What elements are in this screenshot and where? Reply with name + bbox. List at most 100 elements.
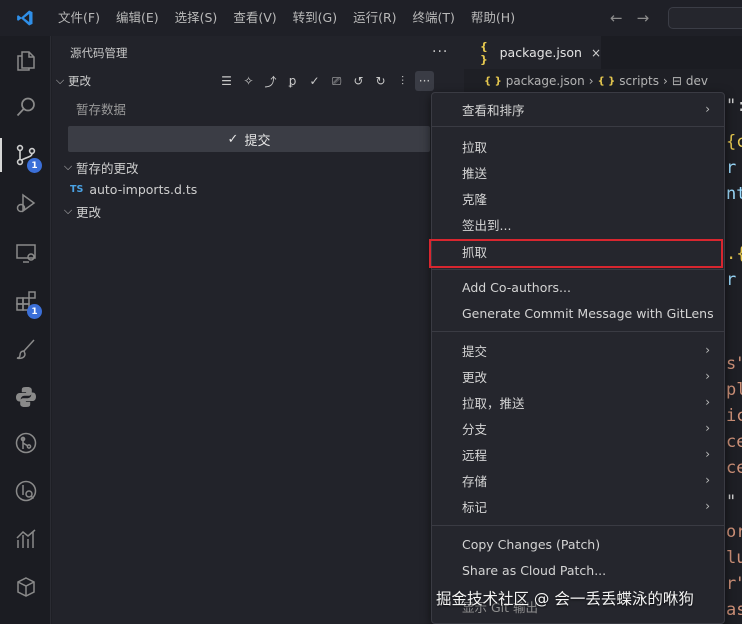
menu-item-remote[interactable]: 远程 ›	[432, 441, 724, 467]
editor-tab-bar: { } package.json ×	[464, 36, 742, 69]
menu-item-label: Copy Changes (Patch)	[462, 536, 601, 552]
changes-group[interactable]: ⌵ 更改	[52, 200, 464, 222]
activity-source-control[interactable]: 1	[0, 132, 51, 178]
commit-button[interactable]: ✓ 提交	[68, 126, 430, 152]
menu-item-tags[interactable]: 标记 ›	[432, 493, 724, 519]
menu-item-label: 提交	[462, 343, 488, 359]
activity-remote-explorer[interactable]	[0, 230, 51, 276]
chevron-right-icon: ›	[705, 369, 710, 383]
menu-help[interactable]: 帮助(H)	[463, 0, 523, 36]
activity-brush[interactable]	[0, 326, 51, 372]
code-fragment: or	[726, 522, 742, 542]
menu-separator	[432, 525, 724, 526]
code-fragment: r	[726, 270, 737, 290]
menu-item-pull-push[interactable]: 拉取，推送 ›	[432, 389, 724, 415]
code-fragment: pl	[726, 380, 742, 400]
menu-item-label: 签出到...	[462, 217, 512, 233]
activity-package[interactable]	[0, 564, 51, 610]
menu-item-share-cloud-patch[interactable]: Share as Cloud Patch...	[432, 557, 724, 583]
activity-search[interactable]	[0, 84, 51, 130]
menu-file[interactable]: 文件(F)	[50, 0, 108, 36]
menu-item-generate-commit-message[interactable]: Generate Commit Message with GitLens	[432, 300, 724, 326]
view-as-list-icon[interactable]: ☰	[217, 71, 236, 91]
activity-run-debug[interactable]	[0, 180, 51, 226]
menu-item-checkout[interactable]: 签出到...	[432, 211, 724, 237]
code-fragment: lu	[726, 548, 742, 568]
menu-item-clone[interactable]: 克隆	[432, 185, 724, 211]
menu-item-copy-changes-patch[interactable]: Copy Changes (Patch)	[432, 531, 724, 557]
command-center-search[interactable]	[668, 7, 742, 29]
code-fragment: ic	[726, 406, 742, 426]
menu-item-branch[interactable]: 分支 ›	[432, 415, 724, 441]
changes-section-label: 更改	[68, 74, 91, 88]
activity-python[interactable]	[0, 374, 51, 420]
breadcrumb-item-scripts[interactable]: scripts	[619, 74, 659, 88]
breadcrumb: { } package.json › { } scripts › ⊟ dev	[464, 69, 742, 93]
breadcrumb-item-dev[interactable]: dev	[686, 74, 708, 88]
code-fragment: r	[726, 158, 737, 178]
commit-message-input[interactable]: 暂存数据	[68, 97, 430, 122]
activity-gitlens-inspect[interactable]	[0, 468, 51, 514]
code-fragment: {c	[726, 132, 742, 152]
menu-view[interactable]: 查看(V)	[225, 0, 284, 36]
menu-run[interactable]: 运行(R)	[345, 0, 404, 36]
changes-section-header[interactable]: ⌵ 更改 ☰ ✧ ⤴ ꝑ ✓ ⎚ ↺ ↻ ⫶ ···	[52, 69, 464, 93]
staged-file-row[interactable]: TS auto-imports.d.ts	[52, 178, 464, 200]
activity-explorer[interactable]	[0, 38, 51, 84]
code-fragment: s"	[726, 354, 742, 374]
string-icon: ⊟	[671, 74, 682, 88]
tab-package-json[interactable]: { } package.json ×	[464, 36, 601, 69]
more-actions-icon[interactable]: ···	[415, 71, 434, 91]
menu-terminal[interactable]: 终端(T)	[405, 0, 463, 36]
menu-item-stash[interactable]: 存储 ›	[432, 467, 724, 493]
source-control-badge: 1	[27, 158, 42, 173]
menu-item-push[interactable]: 推送	[432, 159, 724, 185]
comment-icon[interactable]: ⎚	[327, 71, 346, 91]
breadcrumb-item-file[interactable]: package.json	[506, 74, 585, 88]
activity-gitlens[interactable]	[0, 420, 51, 466]
code-fragment: as	[726, 600, 742, 620]
history-icon[interactable]: ↺	[349, 71, 368, 91]
object-icon: { }	[597, 75, 616, 87]
package-box-icon	[16, 577, 35, 597]
scm-toolbar: ☰ ✧ ⤴ ꝑ ✓ ⎚ ↺ ↻ ⫶ ···	[217, 69, 434, 93]
back-arrow-icon[interactable]: ←	[610, 9, 623, 27]
sidebar-title: 源代码管理	[70, 45, 128, 60]
forward-arrow-icon[interactable]: →	[637, 9, 650, 27]
activity-timeline[interactable]	[0, 516, 51, 562]
menu-edit[interactable]: 编辑(E)	[108, 0, 167, 36]
code-fragment: ":	[726, 96, 742, 116]
remote-explorer-icon	[15, 244, 36, 263]
menu-bar: 文件(F) 编辑(E) 选择(S) 查看(V) 转到(G) 运行(R) 终端(T…	[50, 0, 523, 36]
menu-item-add-co-authors[interactable]: Add Co-authors...	[432, 274, 724, 300]
menu-item-changes[interactable]: 更改 ›	[432, 363, 724, 389]
staged-file-name: auto-imports.d.ts	[89, 181, 198, 197]
chevron-down-icon: ⌵	[55, 74, 65, 87]
chevron-right-icon: ›	[705, 421, 710, 435]
code-fragment: r"	[726, 574, 742, 594]
menu-selection[interactable]: 选择(S)	[167, 0, 226, 36]
code-fragment: ce	[726, 432, 742, 452]
sidebar-more-icon[interactable]: ···	[432, 44, 448, 60]
menu-go[interactable]: 转到(G)	[285, 0, 345, 36]
branch-compare-icon[interactable]: ꝑ	[283, 71, 302, 91]
menu-item-view-and-sort[interactable]: 查看和排序 ›	[432, 96, 724, 122]
refresh-icon[interactable]: ↻	[371, 71, 390, 91]
menu-item-label: 分支	[462, 421, 488, 437]
files-icon	[16, 51, 35, 71]
sparkle-icon[interactable]: ✧	[239, 71, 258, 91]
fetch-highlight-box	[429, 239, 723, 268]
menu-item-label: Generate Commit Message with GitLens	[462, 305, 714, 321]
graph-icon[interactable]: ⫶	[393, 71, 412, 91]
json-file-icon: { }	[480, 39, 488, 66]
close-icon[interactable]: ×	[591, 46, 601, 60]
commit-check-icon[interactable]: ✓	[305, 71, 324, 91]
menu-item-label: 标记	[462, 499, 488, 515]
sparkle-commit-icon[interactable]: ⤴	[261, 71, 280, 91]
menu-item-pull[interactable]: 拉取	[432, 133, 724, 159]
chevron-right-icon: ›	[705, 499, 710, 513]
activity-extensions[interactable]: 1	[0, 278, 51, 324]
menu-item-commit[interactable]: 提交 ›	[432, 337, 724, 363]
staged-changes-group[interactable]: ⌵ 暂存的更改	[52, 156, 464, 178]
chevron-right-icon: ›	[705, 395, 710, 409]
